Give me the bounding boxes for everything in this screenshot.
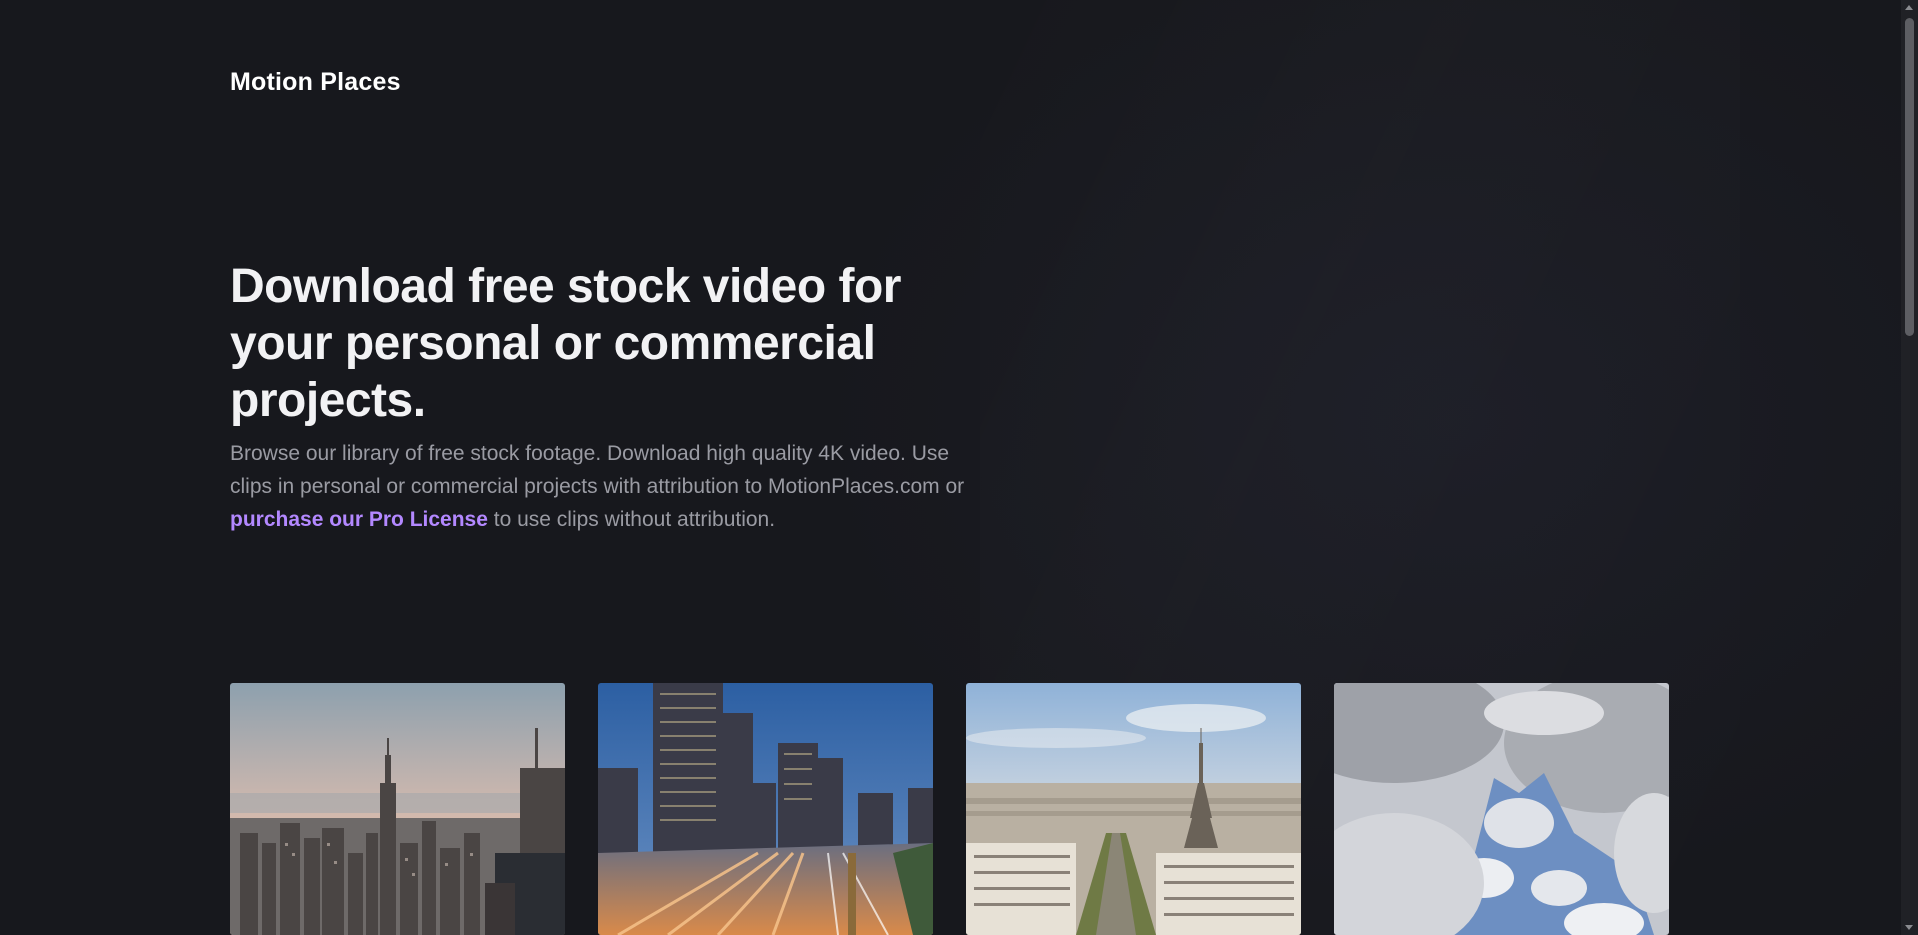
hero-section: Download free stock video for your perso… [230, 258, 990, 536]
scroll-up-icon[interactable] [1905, 5, 1913, 10]
lead-text-start: Browse our library of free stock footage… [230, 442, 965, 498]
paris-image [966, 683, 1301, 935]
vertical-scrollbar[interactable] [1901, 0, 1918, 935]
scrollbar-thumb[interactable] [1905, 18, 1914, 336]
site-logo[interactable]: Motion Places [230, 68, 401, 97]
clouds-image [1334, 683, 1669, 935]
page: Motion Places Download free stock video … [0, 0, 1918, 935]
video-thumbnail-city-highway[interactable] [598, 683, 933, 935]
lead-text-end: to use clips without attribution. [487, 508, 776, 531]
city-highway-image [598, 683, 933, 935]
video-thumbnail-new-york[interactable] [230, 683, 565, 935]
scroll-down-icon[interactable] [1905, 925, 1913, 930]
video-thumbnail-paris[interactable] [966, 683, 1301, 935]
pro-license-link[interactable]: purchase our Pro License [230, 508, 488, 531]
video-grid [230, 683, 1669, 935]
new-york-image [230, 683, 565, 935]
hero-lead: Browse our library of free stock footage… [230, 437, 980, 536]
hero-headline: Download free stock video for your perso… [230, 260, 901, 427]
video-thumbnail-clouds[interactable] [1334, 683, 1669, 935]
